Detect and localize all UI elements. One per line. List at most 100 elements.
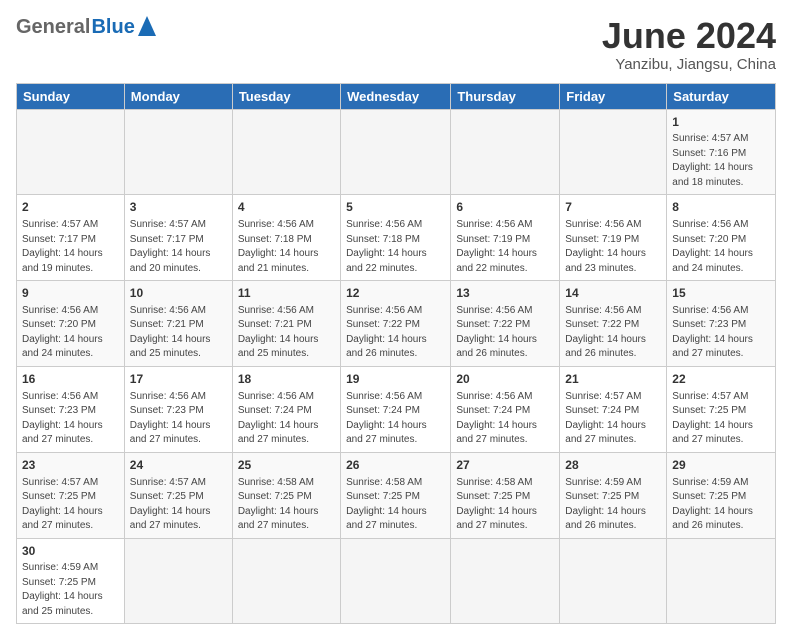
day-info: Sunrise: 4:56 AM Sunset: 7:20 PM Dayligh… <box>22 304 119 362</box>
calendar-day-cell: 8Sunrise: 4:56 AM Sunset: 7:20 PM Daylig… <box>667 195 776 281</box>
calendar-day-cell: 11Sunrise: 4:56 AM Sunset: 7:21 PM Dayli… <box>232 281 340 367</box>
calendar-day-cell: 7 Sunrise: 4:56 AM Sunset: 7:19 PM Daylig… <box>560 195 667 281</box>
day-info: Sunrise: 4:57 AM Sunset: 7:17 PM Dayligh… <box>130 218 227 276</box>
calendar-day-cell: 22 Sunrise: 4:57 AM Sunset: 7:25 PM Dayli… <box>667 366 776 452</box>
day-number: 24 <box>130 457 227 474</box>
calendar-day-cell: 23 Sunrise: 4:57 AM Sunset: 7:25 PM Dayli… <box>17 452 125 538</box>
calendar-day-header: Monday <box>124 83 232 109</box>
calendar-day-cell <box>232 109 340 195</box>
day-info: Sunrise: 4:56 AM Sunset: 7:18 PM Dayligh… <box>346 218 445 276</box>
calendar-day-cell: 18Sunrise: 4:56 AM Sunset: 7:24 PM Dayli… <box>232 366 340 452</box>
day-info: Sunrise: 4:57 AM Sunset: 7:16 PM Dayligh… <box>672 132 770 190</box>
calendar-day-cell: 26 Sunrise: 4:58 AM Sunset: 7:25 PM Dayli… <box>341 452 451 538</box>
day-number: 10 <box>130 285 227 302</box>
day-number: 14 <box>565 285 661 302</box>
calendar-day-cell <box>124 109 232 195</box>
calendar-day-cell: 24 Sunrise: 4:57 AM Sunset: 7:25 PM Dayli… <box>124 452 232 538</box>
day-number: 25 <box>238 457 335 474</box>
day-number: 13 <box>456 285 554 302</box>
day-number: 18 <box>238 371 335 388</box>
day-number: 12 <box>346 285 445 302</box>
day-number: 28 <box>565 457 661 474</box>
day-info: Sunrise: 4:59 AM Sunset: 7:25 PM Dayligh… <box>565 476 661 534</box>
header: General Blue June 2024 Yanzibu, Jiangsu,… <box>16 16 776 73</box>
calendar-week-row: 23 Sunrise: 4:57 AM Sunset: 7:25 PM Dayli… <box>17 452 776 538</box>
calendar-day-cell <box>667 538 776 624</box>
day-info: Sunrise: 4:57 AM Sunset: 7:24 PM Dayligh… <box>565 390 661 448</box>
day-number: 5 <box>346 199 445 216</box>
day-info: Sunrise: 4:58 AM Sunset: 7:25 PM Dayligh… <box>238 476 335 534</box>
calendar-header-row: SundayMondayTuesdayWednesdayThursdayFrid… <box>17 83 776 109</box>
calendar-day-cell <box>232 538 340 624</box>
calendar-day-cell <box>560 109 667 195</box>
day-number: 16 <box>22 371 119 388</box>
calendar-day-cell <box>341 109 451 195</box>
calendar-day-cell: 10Sunrise: 4:56 AM Sunset: 7:21 PM Dayli… <box>124 281 232 367</box>
calendar-day-header: Friday <box>560 83 667 109</box>
day-info: Sunrise: 4:56 AM Sunset: 7:23 PM Dayligh… <box>130 390 227 448</box>
day-number: 27 <box>456 457 554 474</box>
day-info: Sunrise: 4:56 AM Sunset: 7:21 PM Dayligh… <box>238 304 335 362</box>
calendar-day-cell: 25 Sunrise: 4:58 AM Sunset: 7:25 PM Dayli… <box>232 452 340 538</box>
calendar-day-cell: 6Sunrise: 4:56 AM Sunset: 7:19 PM Daylig… <box>451 195 560 281</box>
day-info: Sunrise: 4:57 AM Sunset: 7:25 PM Dayligh… <box>672 390 770 448</box>
day-info: Sunrise: 4:57 AM Sunset: 7:17 PM Dayligh… <box>22 218 119 276</box>
calendar-day-cell: 30Sunrise: 4:59 AM Sunset: 7:25 PM Dayli… <box>17 538 125 624</box>
calendar-day-cell <box>560 538 667 624</box>
day-info: Sunrise: 4:56 AM Sunset: 7:19 PM Dayligh… <box>565 218 661 276</box>
calendar-day-cell: 17 Sunrise: 4:56 AM Sunset: 7:23 PM Dayli… <box>124 366 232 452</box>
calendar-day-cell: 14Sunrise: 4:56 AM Sunset: 7:22 PM Dayli… <box>560 281 667 367</box>
logo: General Blue <box>16 16 156 39</box>
calendar-day-cell <box>451 109 560 195</box>
calendar-day-cell <box>17 109 125 195</box>
calendar-day-cell: 19Sunrise: 4:56 AM Sunset: 7:24 PM Dayli… <box>341 366 451 452</box>
day-number: 21 <box>565 371 661 388</box>
calendar-day-cell: 3Sunrise: 4:57 AM Sunset: 7:17 PM Daylig… <box>124 195 232 281</box>
calendar-day-cell <box>124 538 232 624</box>
day-number: 9 <box>22 285 119 302</box>
calendar-day-header: Wednesday <box>341 83 451 109</box>
day-number: 17 <box>130 371 227 388</box>
logo-blue-text: Blue <box>91 16 134 39</box>
day-info: Sunrise: 4:56 AM Sunset: 7:18 PM Dayligh… <box>238 218 335 276</box>
day-info: Sunrise: 4:56 AM Sunset: 7:23 PM Dayligh… <box>672 304 770 362</box>
calendar-day-cell: 9 Sunrise: 4:56 AM Sunset: 7:20 PM Daylig… <box>17 281 125 367</box>
day-number: 1 <box>672 114 770 131</box>
day-info: Sunrise: 4:57 AM Sunset: 7:25 PM Dayligh… <box>22 476 119 534</box>
page: General Blue June 2024 Yanzibu, Jiangsu,… <box>0 0 792 640</box>
day-number: 23 <box>22 457 119 474</box>
day-number: 30 <box>22 543 119 560</box>
day-number: 4 <box>238 199 335 216</box>
logo-general-text: General <box>16 16 90 39</box>
day-info: Sunrise: 4:59 AM Sunset: 7:25 PM Dayligh… <box>672 476 770 534</box>
day-info: Sunrise: 4:56 AM Sunset: 7:22 PM Dayligh… <box>456 304 554 362</box>
logo-triangle-icon <box>138 16 156 41</box>
day-number: 29 <box>672 457 770 474</box>
day-info: Sunrise: 4:58 AM Sunset: 7:25 PM Dayligh… <box>346 476 445 534</box>
day-number: 26 <box>346 457 445 474</box>
calendar-day-header: Saturday <box>667 83 776 109</box>
logo-text: General Blue <box>16 16 156 39</box>
day-info: Sunrise: 4:56 AM Sunset: 7:24 PM Dayligh… <box>456 390 554 448</box>
day-info: Sunrise: 4:57 AM Sunset: 7:25 PM Dayligh… <box>130 476 227 534</box>
day-number: 22 <box>672 371 770 388</box>
calendar-week-row: 2 Sunrise: 4:57 AM Sunset: 7:17 PM Daylig… <box>17 195 776 281</box>
day-number: 6 <box>456 199 554 216</box>
calendar-day-cell: 2 Sunrise: 4:57 AM Sunset: 7:17 PM Daylig… <box>17 195 125 281</box>
day-info: Sunrise: 4:58 AM Sunset: 7:25 PM Dayligh… <box>456 476 554 534</box>
day-number: 7 <box>565 199 661 216</box>
calendar-day-cell: 28 Sunrise: 4:59 AM Sunset: 7:25 PM Dayli… <box>560 452 667 538</box>
calendar-day-cell: 1Sunrise: 4:57 AM Sunset: 7:16 PM Daylig… <box>667 109 776 195</box>
day-info: Sunrise: 4:56 AM Sunset: 7:23 PM Dayligh… <box>22 390 119 448</box>
calendar-week-row: 16 Sunrise: 4:56 AM Sunset: 7:23 PM Dayli… <box>17 366 776 452</box>
calendar-day-header: Sunday <box>17 83 125 109</box>
day-number: 19 <box>346 371 445 388</box>
calendar-day-header: Tuesday <box>232 83 340 109</box>
day-number: 2 <box>22 199 119 216</box>
day-info: Sunrise: 4:56 AM Sunset: 7:20 PM Dayligh… <box>672 218 770 276</box>
day-number: 15 <box>672 285 770 302</box>
calendar-day-cell: 27 Sunrise: 4:58 AM Sunset: 7:25 PM Dayli… <box>451 452 560 538</box>
calendar-week-row: 9 Sunrise: 4:56 AM Sunset: 7:20 PM Daylig… <box>17 281 776 367</box>
day-info: Sunrise: 4:56 AM Sunset: 7:22 PM Dayligh… <box>346 304 445 362</box>
calendar-day-cell: 20Sunrise: 4:56 AM Sunset: 7:24 PM Dayli… <box>451 366 560 452</box>
